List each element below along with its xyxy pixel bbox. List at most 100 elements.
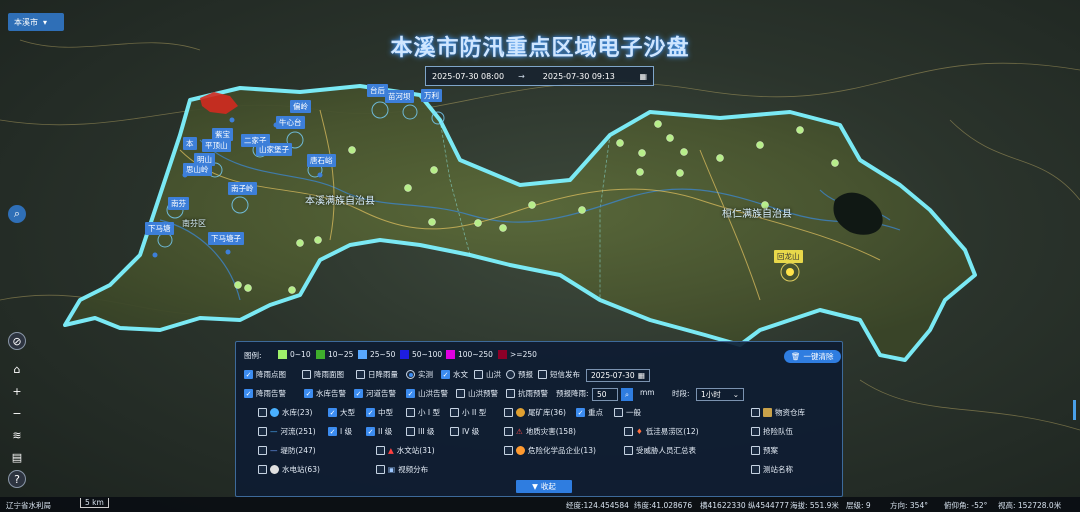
zoom-out-icon[interactable]: −	[8, 404, 26, 422]
caret-down-icon: ▾	[43, 17, 48, 27]
hydro-checkbox[interactable]: ✓ 水文	[441, 369, 468, 380]
station-label[interactable]: 思山岭	[183, 163, 212, 176]
view-height: 视高: 152728.0米	[998, 501, 1062, 510]
reservoir-alert-checkbox[interactable]: ✓ 水库告警	[304, 388, 346, 399]
city-select-value: 本溪市	[14, 17, 38, 27]
test-name-checkbox[interactable]: 测站名称	[751, 464, 793, 475]
rescue-team-checkbox[interactable]: 抢险队伍	[751, 426, 793, 437]
xy-coords: 横41622330 纵4544777	[700, 501, 789, 510]
small1-checkbox[interactable]: 小 I 型	[406, 407, 440, 418]
forecast-radio[interactable]: 预报	[506, 369, 533, 380]
river-alert-checkbox[interactable]: ✓ 河道告警	[354, 388, 396, 399]
small2-checkbox[interactable]: 小 II 型	[450, 407, 486, 418]
trash-icon: 🗑	[791, 352, 801, 361]
tailings-checkbox[interactable]: 尾矿库(36)	[504, 407, 566, 418]
layers-icon[interactable]: ≋	[8, 426, 26, 444]
basemap-icon[interactable]: ▤	[8, 448, 26, 466]
collapse-button[interactable]: ▼ 收起	[516, 480, 572, 493]
realtime-radio[interactable]: 实测	[406, 369, 433, 380]
rain-scale-item: 10~25	[316, 350, 353, 359]
key-checkbox[interactable]: ✓ 重点	[576, 407, 603, 418]
station-label[interactable]: 下马塘子	[208, 232, 244, 245]
compass-icon[interactable]: ⊘	[8, 332, 26, 350]
time-end[interactable]: 2025-07-30 09:13	[543, 72, 615, 81]
page-title: 本溪市防汛重点区域电子沙盘	[390, 35, 690, 61]
station-label[interactable]: 南芬	[168, 197, 189, 210]
dike-checkbox[interactable]: — 堤防(247)	[258, 445, 316, 456]
flood-forecast-checkbox[interactable]: 山洪预警	[456, 388, 498, 399]
station-label[interactable]: 偏岭	[290, 100, 311, 113]
search-location-icon[interactable]: ⌕	[8, 205, 26, 223]
grade3-checkbox[interactable]: III 级	[406, 426, 435, 437]
reservoir-checkbox[interactable]: 水库(23)	[258, 407, 312, 418]
forecast-rain-unit: mm	[640, 388, 655, 397]
rain-alert-checkbox[interactable]: ✓ 降雨告警	[244, 388, 286, 399]
clear-all-button[interactable]: 🗑 一键清除	[784, 350, 841, 363]
station-label[interactable]: 牛心台	[276, 116, 305, 129]
time-range-picker[interactable]: 2025-07-30 08:00 → 2025-07-30 09:13 ▦	[425, 66, 654, 86]
scroll-indicator[interactable]	[1073, 400, 1076, 420]
video-checkbox[interactable]: ▣ 视频分布	[376, 464, 428, 475]
station-label[interactable]: 万利	[421, 89, 442, 102]
station-label[interactable]: 南子岭	[228, 182, 257, 195]
zoom-level: 层级: 9	[846, 501, 871, 510]
period-select[interactable]: 1小时 ⌄	[696, 388, 744, 401]
longitude: 经度:124.454584	[566, 501, 629, 510]
search-icon: ⌕	[621, 388, 633, 401]
large-checkbox[interactable]: ✓ 大型	[328, 407, 355, 418]
sms-checkbox[interactable]: 短信发布	[538, 369, 580, 380]
help-icon[interactable]: ?	[8, 470, 26, 488]
arrow-right-icon: →	[518, 71, 525, 81]
zoom-in-icon[interactable]: +	[8, 382, 26, 400]
lowland-checkbox[interactable]: ♦ 低洼易涝区(12)	[624, 426, 699, 437]
geo-hazard-checkbox[interactable]: ⚠ 地质灾害(158)	[504, 426, 576, 437]
drop-icon: ♦	[636, 427, 643, 436]
flood-rain-checkbox[interactable]: 抗雨预警	[506, 388, 548, 399]
hydro-station-checkbox[interactable]: ▲ 水文站(31)	[376, 445, 435, 456]
reservoir-icon	[270, 408, 279, 417]
hydro-station-icon: ▲	[388, 446, 394, 455]
home-icon[interactable]: ⌂	[8, 360, 26, 378]
threatened-checkbox[interactable]: 受威胁人员汇总表	[624, 445, 696, 456]
date-picker[interactable]: 2025-07-30 ▦	[586, 369, 650, 382]
station-label[interactable]: 平顶山	[202, 139, 231, 152]
station-label[interactable]: 山家堡子	[256, 143, 292, 156]
region-label-nanfen: 南芬区	[182, 219, 206, 228]
station-label[interactable]: 下马塘	[145, 222, 174, 235]
calendar-icon: ▦	[637, 371, 645, 380]
legend-title: 图例:	[244, 351, 262, 360]
station-label[interactable]: 苗河坝	[385, 90, 414, 103]
dike-icon: —	[270, 446, 278, 455]
rain-surface-checkbox[interactable]: 降雨面图	[302, 369, 344, 380]
flood-alert-checkbox[interactable]: ✓ 山洪告警	[406, 388, 448, 399]
rain-scale-item: >=250	[498, 350, 537, 359]
general-checkbox[interactable]: 一般	[614, 407, 641, 418]
hazmat-icon	[516, 446, 525, 455]
hydropower-icon	[270, 465, 279, 474]
station-label-highlight[interactable]: 回龙山	[774, 250, 803, 263]
grade2-checkbox[interactable]: ✓ II 级	[366, 426, 392, 437]
warehouse-checkbox[interactable]: 物资仓库	[751, 407, 805, 418]
time-start[interactable]: 2025-07-30 08:00	[432, 72, 504, 81]
legend-panel: 图例: 0~10 10~25 25~50 50~100 100~250 >=25…	[235, 341, 843, 497]
medium-checkbox[interactable]: ✓ 中型	[366, 407, 393, 418]
river-checkbox[interactable]: — 河流(251)	[258, 426, 316, 437]
rain-point-checkbox[interactable]: ✓ 降雨点图	[244, 369, 286, 380]
warning-icon: ⚠	[516, 427, 523, 436]
city-select[interactable]: 本溪市 ▾	[8, 13, 64, 31]
video-icon: ▣	[388, 465, 396, 474]
plan-checkbox[interactable]: 预案	[751, 445, 778, 456]
grade1-checkbox[interactable]: ✓ I 级	[328, 426, 352, 437]
daily-rain-checkbox[interactable]: 日降雨量	[356, 369, 398, 380]
warehouse-icon	[763, 408, 772, 417]
rain-scale-item: 100~250	[446, 350, 493, 359]
grade4-checkbox[interactable]: IV 级	[450, 426, 479, 437]
hazmat-checkbox[interactable]: 危险化学品企业(13)	[504, 445, 596, 456]
station-label[interactable]: 本	[183, 137, 197, 150]
forecast-rain-label: 预报降雨:	[556, 389, 589, 398]
calendar-icon[interactable]: ▦	[639, 72, 647, 81]
station-label[interactable]: 唐石峪	[307, 154, 336, 167]
hydropower-checkbox[interactable]: 水电站(63)	[258, 464, 320, 475]
mountain-flood-checkbox[interactable]: 山洪	[474, 369, 501, 380]
forecast-rain-input[interactable]: 50 ⌕	[592, 388, 633, 401]
